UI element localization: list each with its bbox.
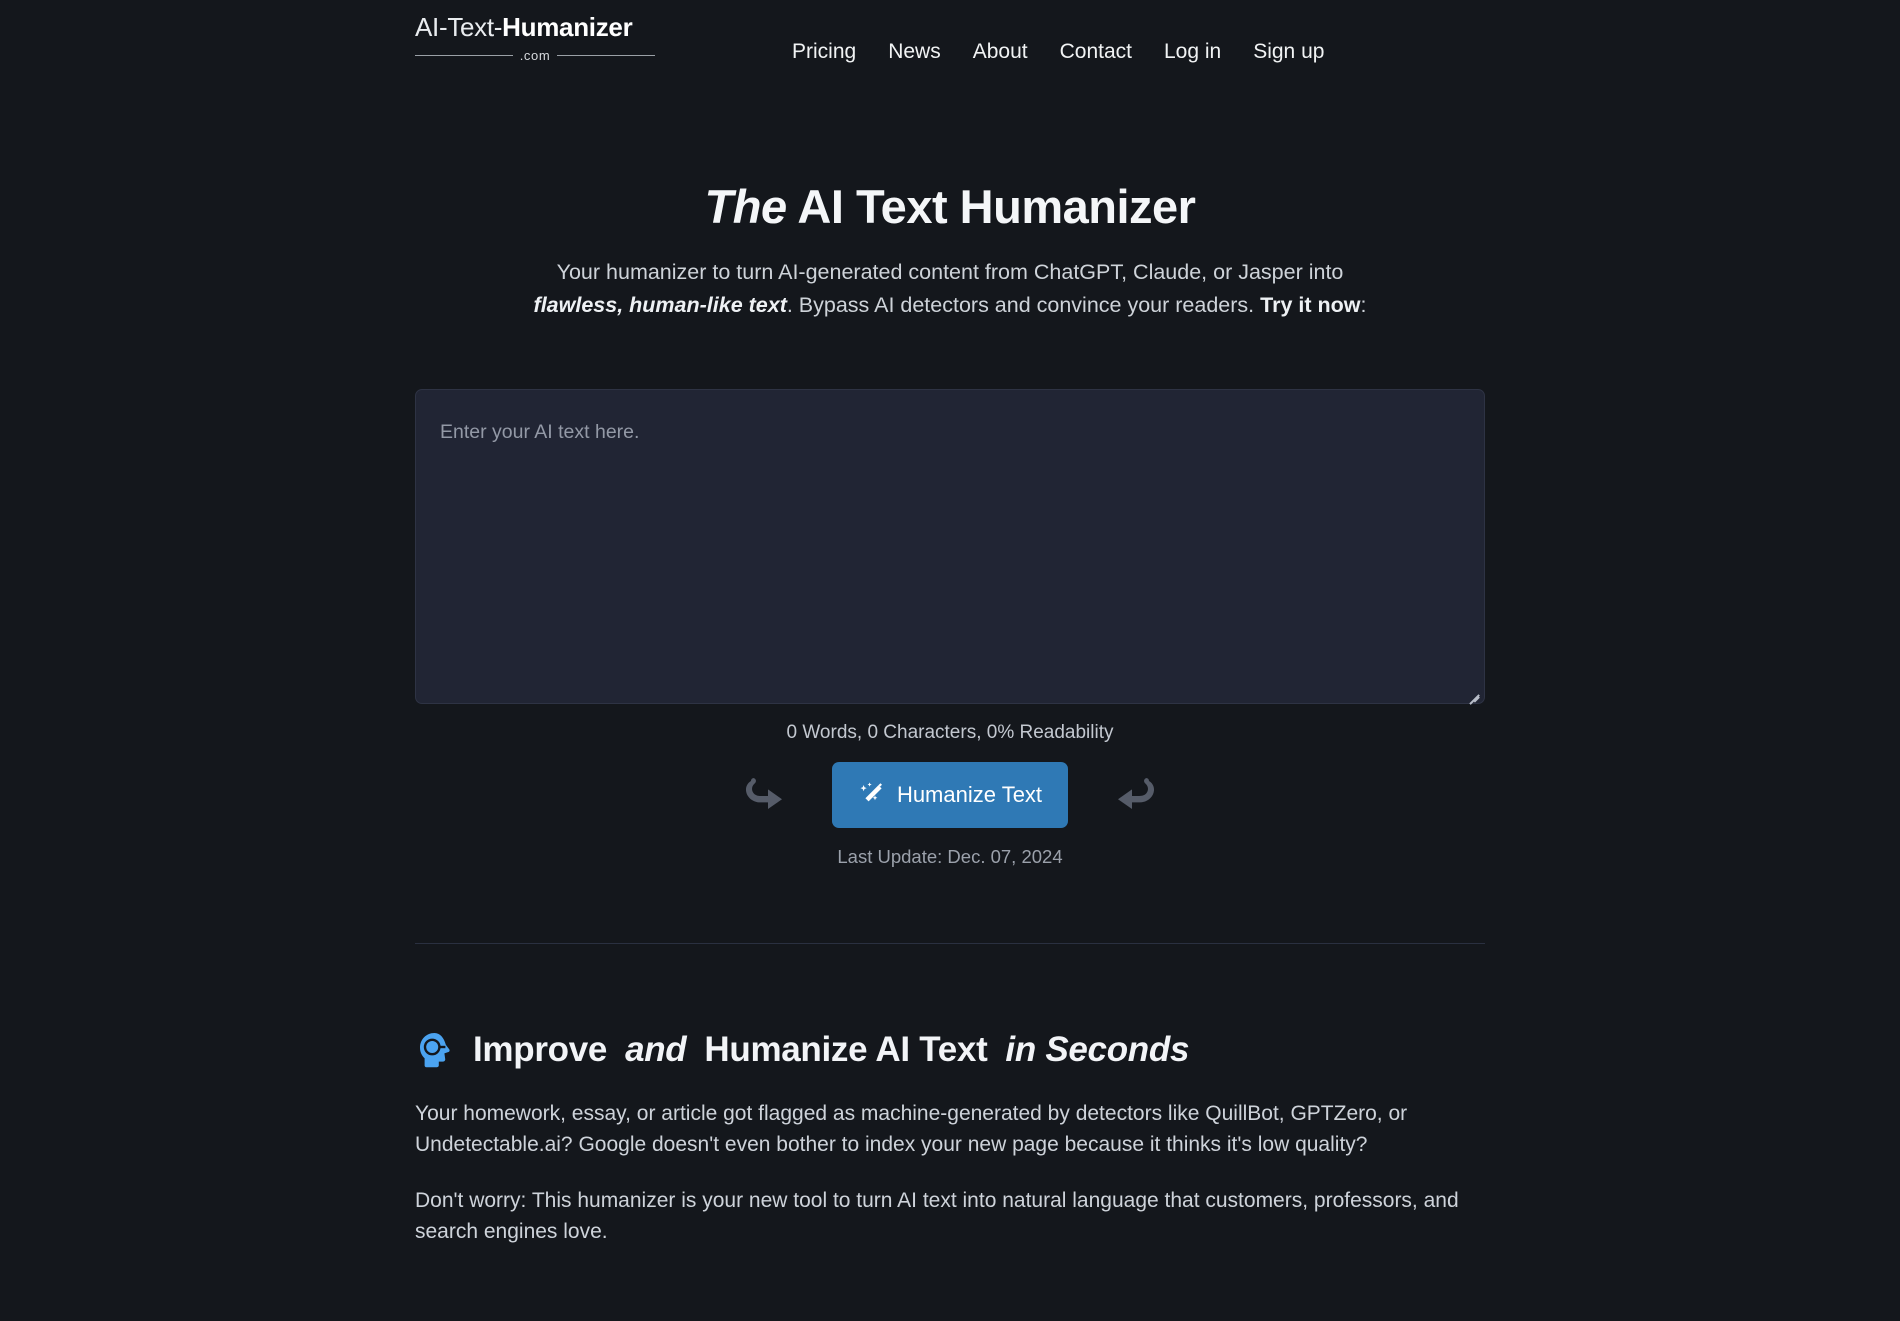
nav-item-about[interactable]: About <box>973 40 1028 64</box>
humanize-text-button-label: Humanize Text <box>896 782 1043 808</box>
improve-heading-part2: Humanize AI Text <box>704 1030 988 1070</box>
improve-heading: Improve and Humanize AI Text in Seconds <box>415 1030 1485 1070</box>
humanizer-editor: 0 Words, 0 Characters, 0% Readability Hu… <box>415 321 1485 868</box>
improve-heading-part3: in Seconds <box>1005 1030 1190 1070</box>
logo-rule-left <box>415 55 513 57</box>
logo-text-bold: Humanizer <box>502 12 633 42</box>
blue-head-profile-icon <box>420 1033 450 1068</box>
logo-text-light: AI-Text- <box>415 12 503 42</box>
curved-arrow-left-icon <box>1118 778 1155 810</box>
redo-button[interactable] <box>736 768 790 822</box>
page-title-rest: AI Text Humanizer <box>786 180 1196 233</box>
nav-item-pricing[interactable]: Pricing <box>792 40 856 64</box>
nav-item-contact[interactable]: Contact <box>1060 40 1132 64</box>
logo-rule-right <box>557 55 656 57</box>
improve-heading-and: and <box>625 1030 687 1070</box>
improve-heading-part1: Improve <box>473 1030 608 1070</box>
site-header: AI-Text-Humanizer .com Pricing News Abou… <box>0 0 1900 78</box>
logo-wordmark: AI-Text-Humanizer <box>415 12 655 42</box>
logo-subline: .com <box>415 48 656 64</box>
improve-paragraph-2: Don't worry: This humanizer is your new … <box>415 1188 1459 1243</box>
magic-wand-icon <box>860 782 882 802</box>
nav-item-sign-up[interactable]: Sign up <box>1253 40 1324 64</box>
nav-item-log-in[interactable]: Log in <box>1164 40 1221 64</box>
word-count-status: 0 Words, 0 Characters, 0% Readability <box>786 722 1114 744</box>
hero-subtitle-cta: Try it now <box>1260 292 1361 317</box>
hero-subtitle-emphasis: flawless, human-like text <box>533 292 787 317</box>
page-title: The AI Text Humanizer <box>415 180 1485 234</box>
humanize-text-button[interactable]: Humanize Text <box>831 762 1069 829</box>
hero-subtitle: Your humanizer to turn AI-generated cont… <box>470 256 1430 321</box>
logo-domain-suffix: .com <box>519 48 551 64</box>
ai-text-input[interactable] <box>415 389 1485 705</box>
undo-button[interactable] <box>1110 768 1164 822</box>
hero-subtitle-line1: Your humanizer to turn AI-generated cont… <box>556 260 1344 285</box>
improve-paragraph-1: Your homework, essay, or article got fla… <box>415 1102 1408 1157</box>
editor-action-row: Humanize Text <box>415 762 1485 829</box>
nav-item-news[interactable]: News <box>888 40 941 64</box>
hero-subtitle-colon: : <box>1360 292 1367 317</box>
last-update-label: Last Update: Dec. 07, 2024 <box>837 846 1063 868</box>
page-title-italic-word: The <box>704 180 788 233</box>
main-navigation: Pricing News About Contact Log in Sign u… <box>792 40 1324 64</box>
textarea-wrapper <box>415 389 1485 705</box>
curved-arrow-right-icon <box>745 778 782 810</box>
improve-section: Improve and Humanize AI Text in Seconds … <box>415 944 1485 1246</box>
hero-section: The AI Text Humanizer Your humanizer to … <box>415 78 1485 321</box>
site-logo[interactable]: AI-Text-Humanizer .com <box>415 12 656 64</box>
hero-subtitle-line2: . Bypass AI detectors and convince your … <box>786 292 1261 317</box>
